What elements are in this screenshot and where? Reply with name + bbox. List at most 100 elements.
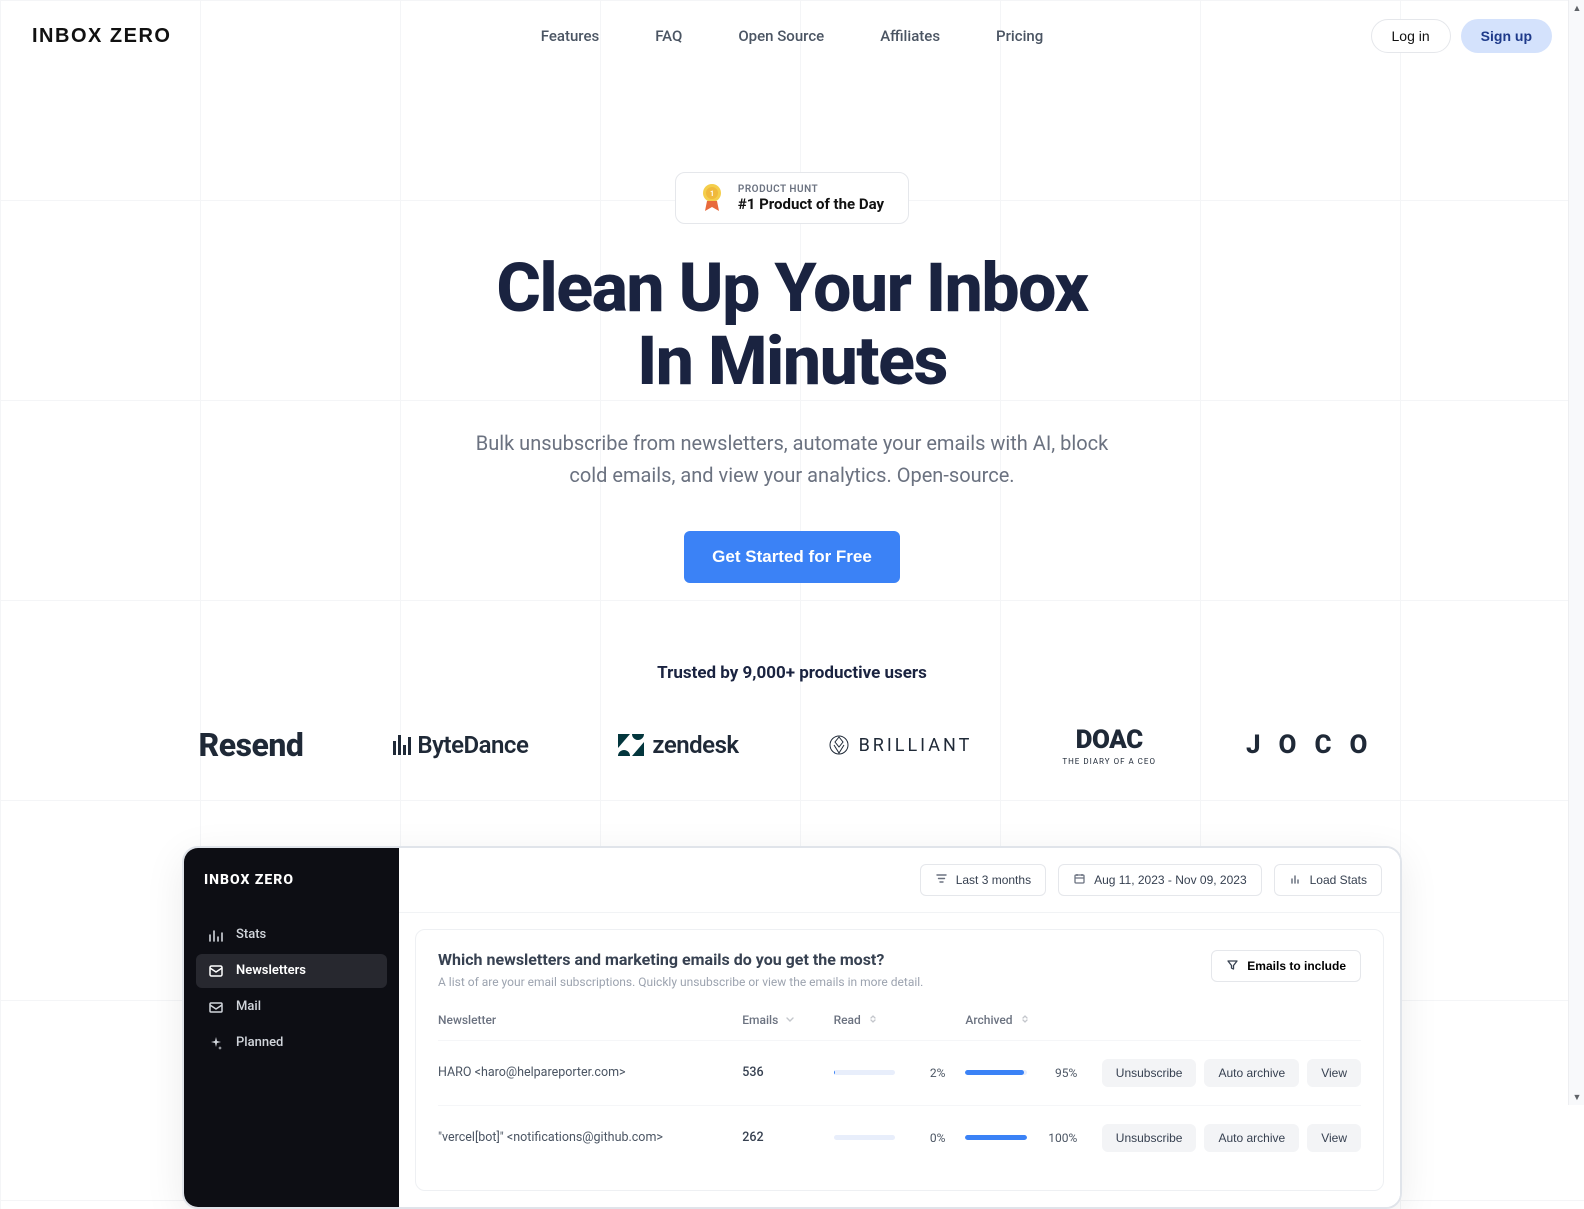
panel-header: Which newsletters and marketing emails d… — [438, 950, 1361, 989]
hero: 1 PRODUCT HUNT #1 Product of the Day Cle… — [342, 72, 1242, 583]
product-hunt-badge[interactable]: 1 PRODUCT HUNT #1 Product of the Day — [675, 172, 909, 224]
cell-archived: 100% — [965, 1131, 1097, 1145]
sidebar-item-stats[interactable]: Stats — [196, 918, 387, 952]
svg-text:1: 1 — [710, 190, 714, 198]
th-emails[interactable]: Emails — [742, 1013, 833, 1028]
cell-emails: 262 — [742, 1130, 833, 1145]
nav-pricing[interactable]: Pricing — [996, 27, 1043, 45]
panel-sub: A list of are your email subscriptions. … — [438, 975, 923, 989]
logo-doac-text: DOAC — [1076, 725, 1143, 755]
nav-features[interactable]: Features — [541, 27, 599, 45]
archived-bar — [965, 1070, 1027, 1075]
chevron-down-icon — [784, 1013, 796, 1028]
cell-actions: Unsubscribe Auto archive View — [1097, 1059, 1361, 1087]
brilliant-icon — [829, 735, 849, 755]
th-read[interactable]: Read — [834, 1013, 966, 1028]
cell-read: 2% — [834, 1066, 966, 1080]
cell-read: 0% — [834, 1131, 966, 1145]
bytedance-bars-icon — [393, 735, 411, 755]
view-button[interactable]: View — [1307, 1124, 1361, 1152]
logo-bytedance: ByteDance — [393, 731, 528, 759]
logo[interactable]: INBOX ZERO — [32, 25, 171, 48]
ph-label: PRODUCT HUNT — [738, 184, 884, 195]
zendesk-icon — [618, 734, 644, 756]
company-logos: Resend ByteDance zendesk BRILLIANT — [0, 725, 1584, 766]
auto-archive-button[interactable]: Auto archive — [1204, 1124, 1299, 1152]
sort-icon — [867, 1013, 879, 1028]
table-row: HARO <haro@helpareporter.com> 536 2% 95%… — [438, 1040, 1361, 1105]
archived-bar — [965, 1135, 1027, 1140]
logo-doac-tag: THE DIARY OF A CEO — [1062, 757, 1156, 766]
filter-lines-icon — [935, 872, 948, 888]
logo-joco: JOCO — [1246, 730, 1386, 760]
panel-title: Which newsletters and marketing emails d… — [438, 950, 923, 969]
date-range-label: Last 3 months — [956, 873, 1031, 887]
logo-resend: Resend — [199, 726, 304, 764]
preview-sidebar: INBOX ZERO Stats Newsletters — [184, 848, 399, 1207]
emails-to-include-label: Emails to include — [1247, 959, 1346, 973]
cell-name: "vercel[bot]" <notifications@github.com> — [438, 1130, 742, 1145]
cell-archived: 95% — [965, 1066, 1097, 1080]
sidebar-item-label: Stats — [236, 927, 266, 942]
archived-pct: 95% — [1039, 1066, 1077, 1080]
logo-brilliant: BRILLIANT — [829, 735, 973, 756]
signup-button[interactable]: Sign up — [1461, 19, 1552, 53]
archived-pct: 100% — [1039, 1131, 1077, 1145]
headline-line-2: In Minutes — [637, 321, 947, 401]
medal-icon: 1 — [700, 183, 724, 213]
nav-open-source[interactable]: Open Source — [738, 27, 824, 45]
unsubscribe-button[interactable]: Unsubscribe — [1102, 1059, 1197, 1087]
auto-archive-button[interactable]: Auto archive — [1204, 1059, 1299, 1087]
main-nav: Features FAQ Open Source Affiliates Pric… — [541, 27, 1044, 45]
load-stats-button[interactable]: Load Stats — [1274, 864, 1382, 896]
social-proof: Trusted by 9,000+ productive users Resen… — [0, 663, 1584, 766]
read-pct: 2% — [907, 1066, 945, 1080]
sparkle-icon — [208, 1035, 224, 1051]
nav-faq[interactable]: FAQ — [655, 27, 682, 45]
sort-icon — [1019, 1013, 1031, 1028]
subheadline: Bulk unsubscribe from newsletters, autom… — [472, 427, 1112, 491]
view-button[interactable]: View — [1307, 1059, 1361, 1087]
app-preview: INBOX ZERO Stats Newsletters — [182, 846, 1402, 1209]
logo-zendesk-text: zendesk — [652, 731, 738, 759]
ph-text: PRODUCT HUNT #1 Product of the Day — [738, 184, 884, 213]
table-header: Newsletter Emails Read — [438, 1013, 1361, 1040]
load-stats-label: Load Stats — [1310, 873, 1367, 887]
header: INBOX ZERO Features FAQ Open Source Affi… — [0, 0, 1584, 72]
sidebar-item-planned[interactable]: Planned — [196, 1026, 387, 1060]
cta-button[interactable]: Get Started for Free — [684, 531, 900, 583]
th-newsletter[interactable]: Newsletter — [438, 1013, 742, 1027]
logo-zendesk: zendesk — [618, 731, 738, 759]
table-row: "vercel[bot]" <notifications@github.com>… — [438, 1105, 1361, 1170]
mail-icon — [208, 999, 224, 1015]
cell-actions: Unsubscribe Auto archive View — [1097, 1124, 1361, 1152]
preview-toolbar: Last 3 months Aug 11, 2023 - Nov 09, 202… — [399, 848, 1400, 913]
nav-affiliates[interactable]: Affiliates — [880, 27, 940, 45]
newsletters-panel: Which newsletters and marketing emails d… — [415, 929, 1384, 1191]
date-picker-button[interactable]: Aug 11, 2023 - Nov 09, 2023 — [1058, 864, 1262, 896]
th-archived[interactable]: Archived — [965, 1013, 1097, 1028]
sidebar-item-label: Newsletters — [236, 963, 306, 978]
newsletter-icon — [208, 963, 224, 979]
cell-emails: 536 — [742, 1065, 833, 1080]
sidebar-item-label: Mail — [236, 999, 261, 1014]
login-button[interactable]: Log in — [1371, 19, 1451, 53]
filter-icon — [1226, 958, 1239, 974]
logo-bytedance-text: ByteDance — [417, 731, 528, 759]
trusted-text: Trusted by 9,000+ productive users — [0, 663, 1584, 683]
ph-title: #1 Product of the Day — [738, 195, 884, 213]
sidebar-item-mail[interactable]: Mail — [196, 990, 387, 1024]
sidebar-item-newsletters[interactable]: Newsletters — [196, 954, 387, 988]
emails-to-include-button[interactable]: Emails to include — [1211, 950, 1361, 982]
auth-buttons: Log in Sign up — [1371, 19, 1552, 53]
preview-sidebar-logo: INBOX ZERO — [196, 872, 387, 918]
logo-doac: DOAC THE DIARY OF A CEO — [1062, 725, 1156, 766]
read-pct: 0% — [907, 1131, 945, 1145]
headline: Clean Up Your Inbox In Minutes — [342, 252, 1242, 399]
chart-icon — [1289, 872, 1302, 888]
headline-line-1: Clean Up Your Inbox — [496, 248, 1087, 328]
sidebar-item-label: Planned — [236, 1035, 283, 1050]
date-range-dropdown[interactable]: Last 3 months — [920, 864, 1046, 896]
bar-chart-icon — [208, 927, 224, 943]
unsubscribe-button[interactable]: Unsubscribe — [1102, 1124, 1197, 1152]
